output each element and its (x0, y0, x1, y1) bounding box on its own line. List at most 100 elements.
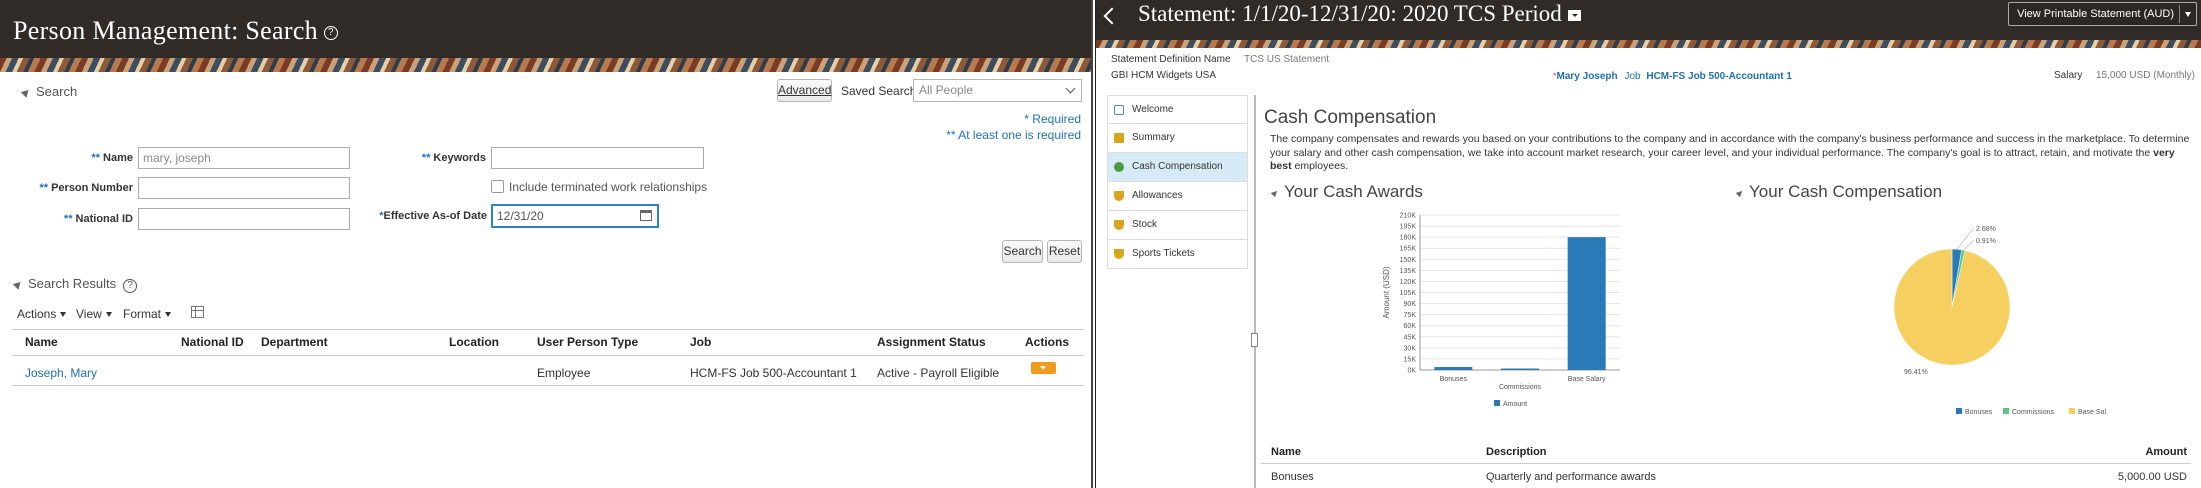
advanced-button[interactable]: Advanced (777, 79, 832, 102)
col-header-assignment-status[interactable]: Assignment Status (877, 335, 986, 349)
search-button[interactable]: Search (1002, 240, 1043, 263)
col-header-job[interactable]: Job (690, 335, 711, 349)
y-tick-label: 30K (1404, 345, 1417, 352)
keywords-field[interactable] (491, 147, 704, 169)
nav-item-summary[interactable]: Summary (1107, 124, 1248, 153)
advanced-button-label: Advanced (778, 83, 832, 97)
legend-swatch (2069, 408, 2075, 414)
national-id-field[interactable] (138, 208, 350, 230)
person-number-field[interactable] (138, 177, 350, 199)
nav-item-cash-compensation[interactable]: Cash Compensation (1107, 153, 1248, 182)
format-menu-label: Format (123, 307, 162, 321)
cash-awards-title-text: Your Cash Awards (1284, 182, 1423, 201)
keywords-label-text: Keywords (433, 152, 486, 164)
freeze-column-icon[interactable] (191, 306, 204, 318)
calendar-icon[interactable] (640, 210, 652, 221)
back-icon[interactable] (1103, 7, 1121, 25)
actions-menu[interactable]: Actions (17, 307, 67, 321)
nav-item-stock[interactable]: Stock (1107, 211, 1248, 240)
caret-down-icon (60, 312, 67, 318)
help-icon[interactable]: ? (323, 26, 338, 41)
row-user-person-type: Employee (537, 366, 591, 380)
search-results-header[interactable]: Search Results? (12, 276, 138, 293)
name-field[interactable]: mary, joseph (138, 147, 350, 169)
col-header-name[interactable]: Name (25, 335, 58, 349)
collapse-icon[interactable] (12, 279, 24, 290)
nav-item-label: Allowances (1132, 190, 1183, 201)
effective-date-field[interactable]: 12/31/20 (491, 204, 659, 228)
col-header-department[interactable]: Department (261, 335, 328, 349)
y-tick-label: 195K (1400, 224, 1417, 231)
caret-down-icon (105, 312, 112, 318)
caret-down-icon[interactable] (2185, 12, 2191, 17)
row-name-link[interactable]: Bonuses (1271, 471, 1314, 483)
saved-search-select[interactable]: All People (913, 79, 1082, 102)
view-printable-statement-button[interactable]: View Printable Statement (AUD) (2008, 2, 2197, 26)
search-results-label: Search Results (28, 276, 117, 291)
y-tick-label: 75K (1404, 312, 1417, 319)
format-menu[interactable]: Format (123, 307, 172, 321)
description-text-end: employees. (1291, 160, 1349, 172)
collapse-icon[interactable] (1270, 188, 1280, 197)
y-axis-label: Amount (USD) (1382, 266, 1391, 318)
y-tick-label: 15K (1404, 356, 1417, 363)
splitter-handle-icon[interactable] (1251, 333, 1258, 347)
person-number-label-text: Person Number (51, 182, 133, 194)
col-header-name: Name (1271, 446, 1301, 458)
dropdown-icon[interactable] (1567, 10, 1581, 22)
include-terminated-checkbox[interactable] (491, 180, 504, 193)
col-header-user-person-type[interactable]: User Person Type (537, 335, 638, 349)
view-menu[interactable]: View (76, 307, 112, 321)
name-label: ** Name (91, 152, 133, 164)
nav-item-allowances[interactable]: Allowances (1107, 182, 1248, 211)
effective-date-label-text: Effective As-of Date (383, 210, 487, 222)
legend-swatch (1956, 408, 1962, 414)
keywords-label: ** Keywords (421, 152, 486, 164)
national-id-label: ** National ID (63, 213, 133, 225)
caret-down-icon (165, 312, 172, 318)
section-title: Cash Compensation (1264, 107, 1437, 128)
cash-compensation-title[interactable]: Your Cash Compensation (1735, 182, 1942, 202)
page-title: Person Management: Search? (13, 16, 338, 46)
nav-item-sports-tickets[interactable]: Sports Tickets (1107, 240, 1248, 269)
legend-label: Base Salary (2078, 409, 2106, 416)
cash-awards-bar-chart: 0K 15K 30K 45K 60K 75K 90K 105K 120K 135K 150K 165K… (1382, 213, 1620, 408)
required-note: * Required (1024, 112, 1081, 126)
data-label: 96.41% (1904, 369, 1928, 376)
reset-button[interactable]: Reset (1047, 240, 1082, 263)
data-label: 2.68% (1976, 226, 1996, 233)
nav-splitter[interactable] (1254, 95, 1256, 488)
cash-awards-title[interactable]: Your Cash Awards (1270, 182, 1423, 202)
bar (1567, 237, 1606, 370)
bar (1501, 368, 1539, 370)
person-job-line: *Mary Joseph Job HCM-FS Job 500-Accounta… (1553, 71, 1792, 82)
header-banner (0, 58, 1091, 72)
statement-def-value: TCS US Statement (1244, 54, 1330, 65)
row-assignment-status: Active - Payroll Eligible (877, 366, 1000, 380)
legend-label: Amount (1503, 401, 1527, 408)
row-actions-button[interactable] (1031, 362, 1056, 374)
job-value: HCM-FS Job 500-Accountant 1 (1646, 71, 1792, 82)
col-header-amount: Amount (2145, 446, 2187, 458)
person-name-link[interactable]: Mary Joseph (1557, 71, 1618, 82)
legend-label: Bonuses (1965, 409, 1993, 416)
collapse-icon[interactable] (1735, 188, 1745, 197)
col-header-actions: Actions (1025, 335, 1070, 349)
name-label-text: Name (103, 152, 133, 164)
collapse-icon[interactable] (20, 87, 32, 98)
x-tick-label: Bonuses (1440, 376, 1468, 383)
trophy-icon (1114, 249, 1124, 259)
effective-date-value: 12/31/20 (497, 209, 544, 223)
help-icon[interactable]: ? (123, 279, 138, 293)
nav-item-welcome[interactable]: Welcome (1107, 95, 1248, 124)
search-section-header[interactable]: Search (20, 84, 77, 99)
row-name-link[interactable]: Joseph, Mary (25, 366, 97, 380)
nav-item-label: Sports Tickets (1132, 248, 1195, 259)
x-tick-label: Commissions (1499, 384, 1542, 391)
section-description: The company compensates and rewards you … (1270, 133, 2190, 174)
view-menu-label: View (76, 307, 102, 321)
col-header-national-id[interactable]: National ID (181, 335, 244, 349)
leader-line (1963, 240, 1974, 251)
col-header-location[interactable]: Location (449, 335, 499, 349)
y-tick-label: 120K (1400, 279, 1417, 286)
